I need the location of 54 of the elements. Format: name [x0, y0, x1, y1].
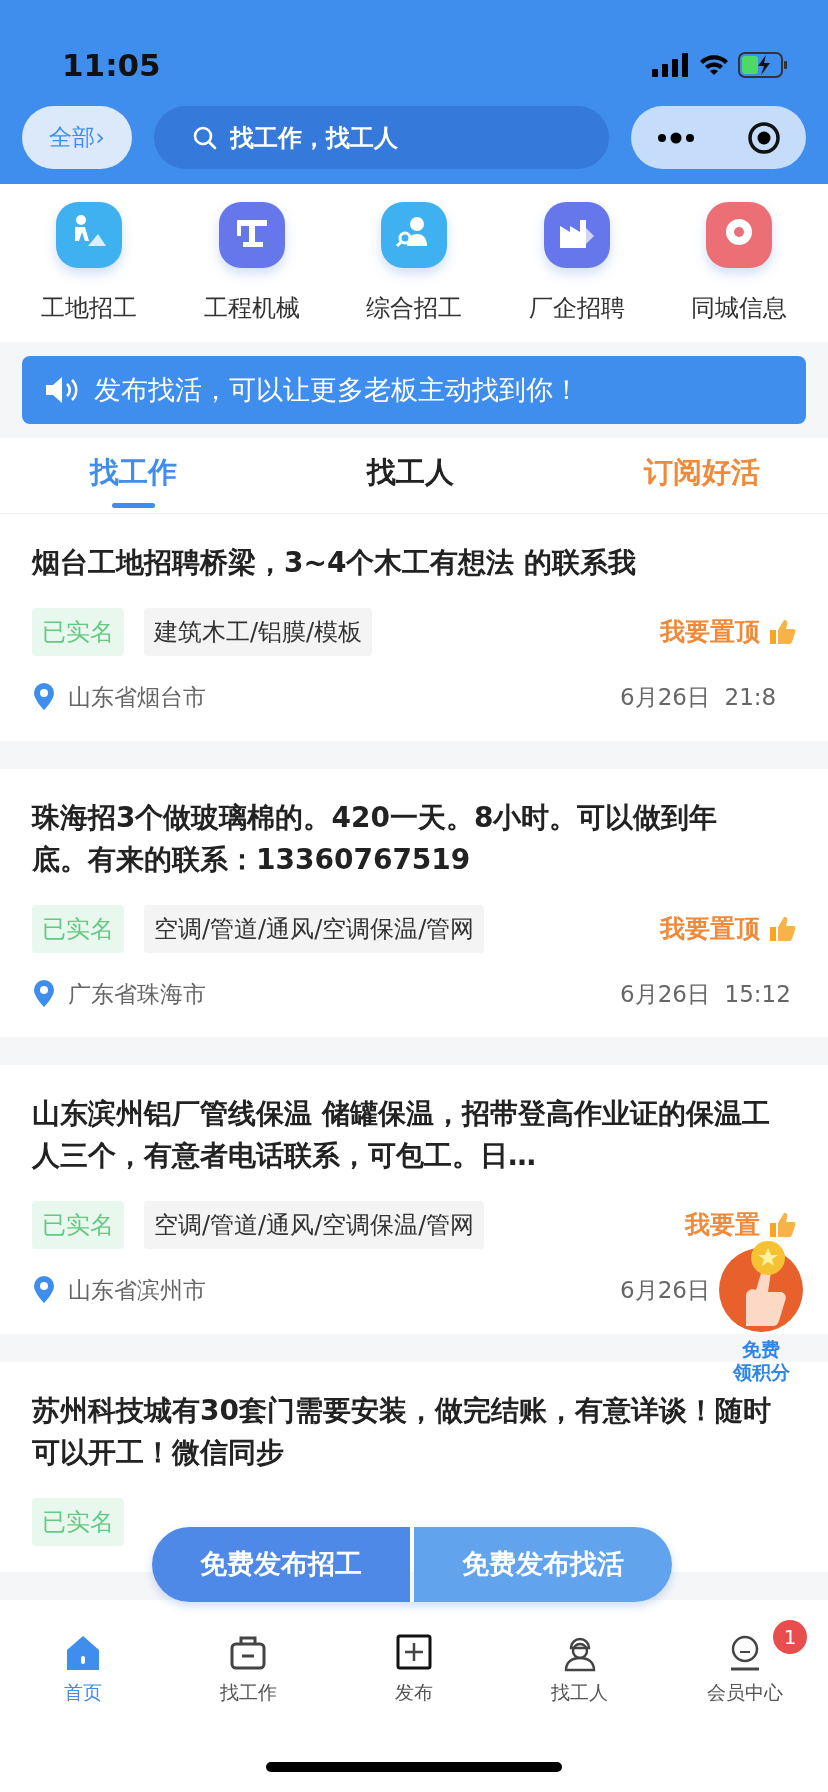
- nav-item[interactable]: 找工作: [178, 1632, 319, 1720]
- verified-tag: 已实名: [32, 608, 124, 656]
- job-title: 山东滨州铝厂管线保温 储罐保温，招带登高作业证的保温工人三个，有意者电话联系，可包工。日…: [32, 1096, 771, 1174]
- tab[interactable]: 找工作: [90, 442, 177, 509]
- search-icon: [192, 124, 218, 151]
- notification-badge: 1: [773, 1620, 808, 1654]
- thumbs-up-icon: [768, 618, 796, 646]
- post-time: 6月26日 21:8: [620, 683, 778, 712]
- signal-icon: [652, 53, 690, 77]
- location-pin-icon: [32, 978, 56, 1009]
- post-button[interactable]: 免费发布找活: [414, 1527, 672, 1602]
- nav-item[interactable]: 发布: [344, 1632, 484, 1720]
- target-icon[interactable]: [746, 120, 781, 155]
- job-title: 珠海招3个做玻璃棉的。420一天。8小时。可以做到年底。有来的联系：13360767519: [32, 799, 719, 878]
- speaker-icon: [44, 375, 80, 405]
- nav-item[interactable]: 找工人: [509, 1632, 650, 1720]
- job-title: 苏州科技城有30套门需要安装，做完结账，有意详谈！随时可以开工！微信同步: [32, 1392, 772, 1471]
- promo-text[interactable]: 免费 领积分: [732, 1338, 790, 1384]
- pin-top-button[interactable]: 我要置顶: [660, 613, 796, 651]
- region-button[interactable]: 全部›: [22, 106, 132, 169]
- pin-top-button[interactable]: 我要置顶: [660, 909, 796, 948]
- verified-tag: 已实名: [32, 1497, 124, 1546]
- job-location: 山东省烟台市: [68, 683, 206, 712]
- more-icon[interactable]: [656, 131, 697, 144]
- pin-top-button[interactable]: 我要置: [685, 1206, 796, 1244]
- clock: 11:05: [62, 45, 161, 85]
- job-location: 山东省滨州市: [68, 1276, 206, 1305]
- post-time: 6月26日 15:12: [620, 979, 792, 1009]
- verified-tag: 已实名: [32, 1201, 124, 1249]
- search-bar[interactable]: 找工作，找工人: [154, 106, 609, 169]
- verified-tag: 已实名: [32, 904, 124, 953]
- notice-text: 发布找活，可以让更多老板主动找到你！: [94, 372, 580, 407]
- notice-banner[interactable]: 发布找活，可以让更多老板主动找到你！: [22, 356, 806, 424]
- category-item[interactable]: 综合招工: [339, 202, 489, 326]
- post-button[interactable]: 免费发布招工: [152, 1527, 410, 1602]
- category-item[interactable]: 工地招工: [14, 202, 164, 326]
- category-tag: 空调/管道/通风/空调保温/管网: [144, 1201, 485, 1249]
- wifi-icon: [698, 53, 730, 77]
- plus-icon: [394, 1632, 434, 1672]
- category-tag: 空调/管道/通风/空调保温/管网: [144, 904, 485, 953]
- job-title: 烟台工地招聘桥梁，3~4个木工有想法 的联系我: [32, 545, 638, 581]
- job-location: 广东省珠海市: [68, 979, 206, 1009]
- category-item[interactable]: 同城信息: [664, 202, 814, 326]
- tab[interactable]: 找工人: [367, 442, 454, 509]
- post-time: 6月26日: [620, 1276, 711, 1305]
- tab[interactable]: 订阅好活: [644, 442, 760, 509]
- category-item[interactable]: 工程机械: [176, 202, 327, 326]
- thumbs-up-icon: [768, 1211, 796, 1239]
- category-item[interactable]: 厂企招聘: [501, 202, 652, 326]
- category-tag: 建筑木工/铝膜/模板: [144, 608, 373, 656]
- battery-icon: [738, 52, 788, 78]
- thumbs-up-icon: [768, 914, 796, 943]
- search-field[interactable]: 找工作，找工人: [228, 118, 528, 157]
- nav-item[interactable]: 首页: [12, 1632, 153, 1720]
